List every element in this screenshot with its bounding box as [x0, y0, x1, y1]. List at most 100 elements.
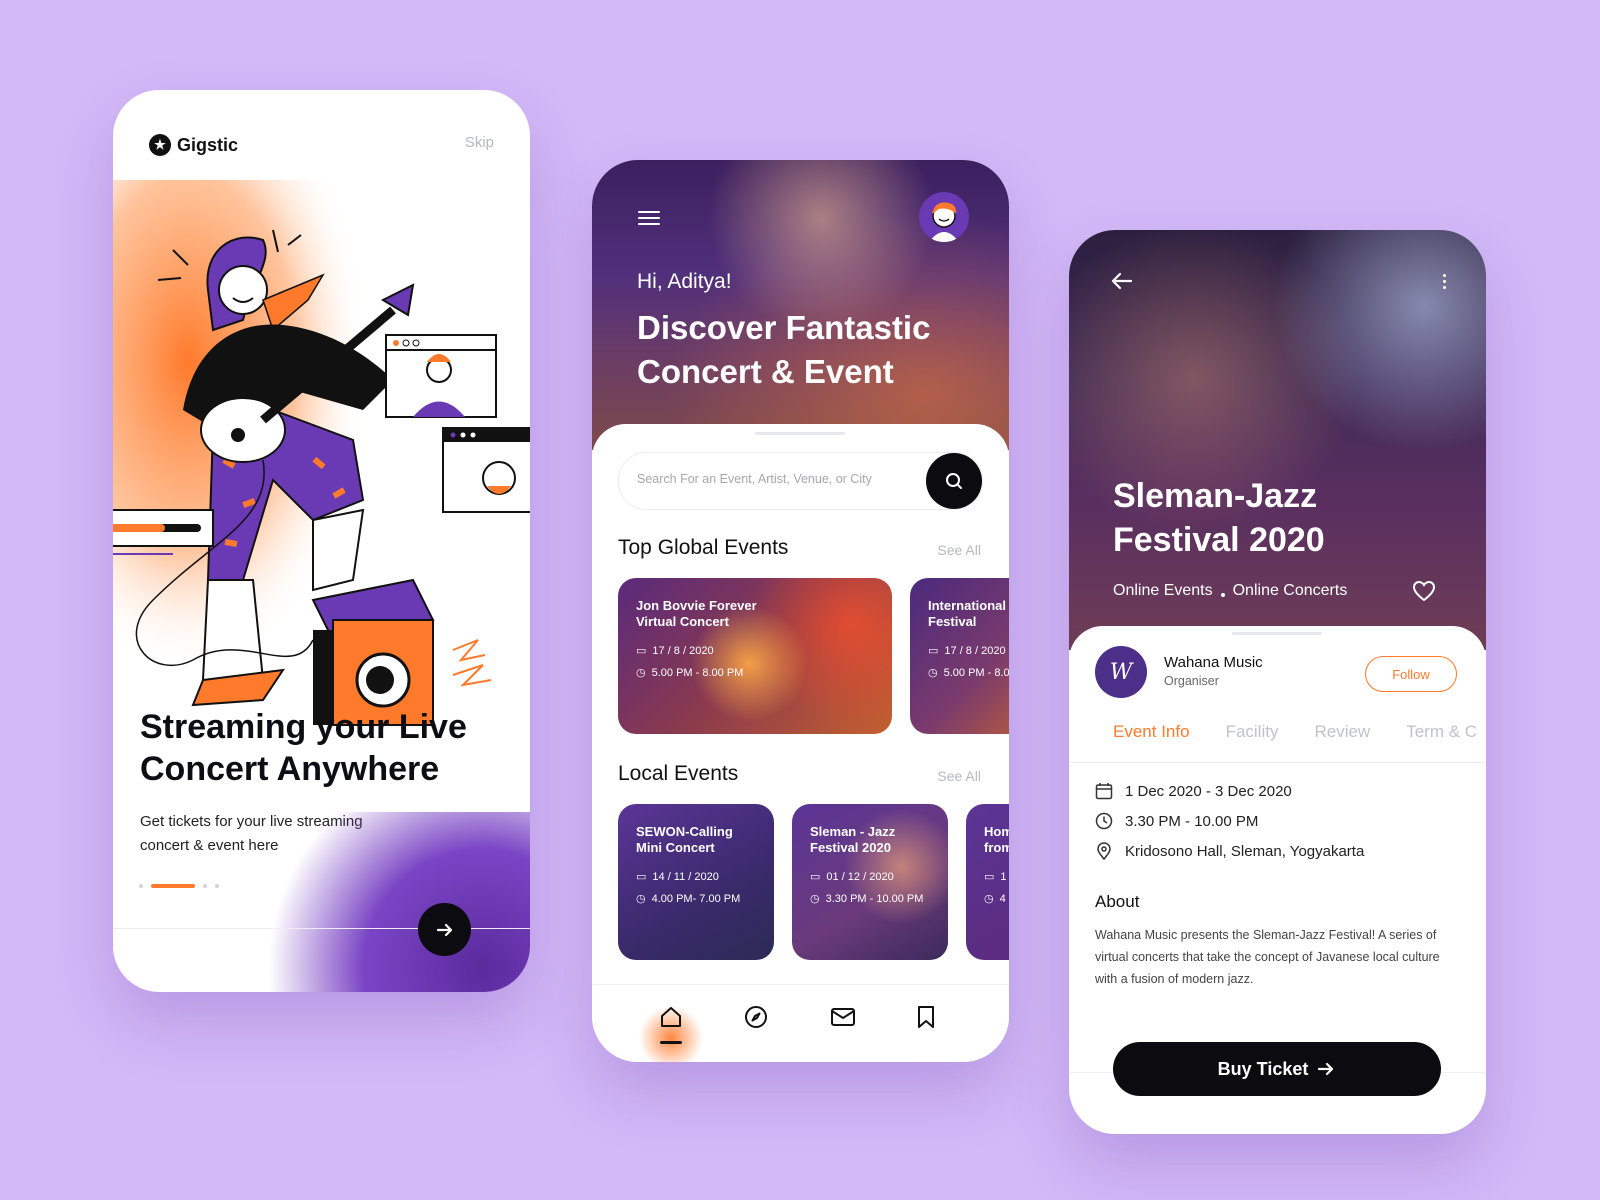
page-dot	[215, 884, 219, 888]
headline: Discover Fantastic Concert & Event	[637, 309, 931, 390]
nav-saved[interactable]	[912, 1003, 940, 1031]
search-input[interactable]: Search For an Event, Artist, Venue, or C…	[618, 452, 983, 510]
calendar-icon: ▭	[636, 871, 647, 883]
tab-facility[interactable]: Facility	[1226, 722, 1279, 742]
clock-icon	[1095, 812, 1113, 830]
event-time: ◷ 5.00 PM - 8.0	[928, 666, 1009, 680]
home-content: Search For an Event, Artist, Venue, or C…	[592, 424, 1009, 1062]
top-global-events-title: Top Global Events	[618, 536, 789, 559]
event-date-row: 1 Dec 2020 - 3 Dec 2020	[1095, 782, 1292, 800]
search-button[interactable]	[926, 453, 982, 509]
event-card[interactable]: SEWON-Calling Mini Concert ▭ 14 / 11 / 20…	[618, 804, 774, 960]
event-time-text: 5.00 PM - 8.0	[943, 666, 1009, 679]
event-card[interactable]: Hom from ▭ 1 ◷ 4	[966, 804, 1009, 960]
event-date-text: 17 / 8 / 2020	[944, 644, 1006, 657]
back-arrow-icon[interactable]	[1111, 272, 1133, 290]
buy-ticket-label: Buy Ticket	[1217, 1058, 1309, 1079]
next-button[interactable]	[418, 903, 471, 956]
purple-gradient-blob	[230, 812, 530, 992]
about-text: Wahana Music presents the Sleman-Jazz Fe…	[1095, 928, 1440, 986]
avatar[interactable]	[919, 192, 969, 242]
event-title: Jon Bovvie Forever Virtual Concert	[636, 598, 757, 629]
heart-icon[interactable]	[1412, 580, 1436, 602]
page-dot	[203, 884, 207, 888]
event-card[interactable]: Sleman - Jazz Festival 2020 ▭ 01 / 12 / 2…	[792, 804, 948, 960]
event-date-text: 01 / 12 / 2020	[826, 870, 894, 883]
tab-review[interactable]: Review	[1314, 722, 1370, 742]
arrow-right-icon	[1318, 1062, 1334, 1076]
arrow-right-icon	[436, 923, 452, 936]
tag-online-events: Online Events	[1113, 582, 1213, 599]
event-time-row: 3.30 PM - 10.00 PM	[1095, 812, 1258, 830]
clock-icon: ◷	[984, 893, 994, 905]
event-time: ◷ 5.00 PM - 8.00 PM	[636, 666, 744, 680]
event-time-text: 3.30 PM - 10.00 PM	[825, 892, 924, 905]
home-icon	[661, 1007, 681, 1027]
organiser-role: Organiser	[1164, 674, 1219, 688]
event-location-row: Kridosono Hall, Sleman, Yogyakarta	[1095, 842, 1364, 860]
see-all-global-link[interactable]: See All	[937, 542, 981, 558]
calendar-icon: ▭	[928, 645, 939, 657]
onboarding-screen: ★ Gigstic Skip Streaming your Live Conce…	[113, 90, 530, 992]
nav-explore[interactable]	[742, 1003, 770, 1031]
event-title: International Festival	[928, 598, 1007, 629]
search-placeholder: Search For an Event, Artist, Venue, or C…	[637, 472, 872, 486]
buy-ticket-button[interactable]: Buy Ticket	[1113, 1042, 1441, 1096]
event-card[interactable]: Jon Bovvie Forever Virtual Concert ▭ 17 /…	[618, 578, 892, 734]
event-tags: Online Events Online Concerts	[1113, 582, 1347, 600]
event-time-text: 4	[999, 892, 1006, 905]
event-title: Sleman - Jazz Festival 2020	[810, 824, 896, 855]
clock-icon: ◷	[928, 667, 938, 679]
event-title: SEWON-Calling Mini Concert	[636, 824, 733, 855]
event-date: ▭ 14 / 11 / 2020	[636, 870, 719, 884]
event-date: ▭ 01 / 12 / 2020	[810, 870, 894, 884]
clock-icon: ◷	[810, 893, 820, 905]
event-date-text: 1	[1000, 870, 1007, 883]
sheet-handle	[1232, 632, 1322, 635]
page-dot-active	[151, 884, 195, 888]
tabs-divider	[1069, 762, 1486, 763]
star-logo-icon: ★	[149, 134, 171, 156]
location-pin-icon	[1097, 842, 1111, 860]
hero-concert-banner: Hi, Aditya! Discover Fantastic Concert &…	[592, 160, 1009, 450]
event-time: ◷ 3.30 PM - 10.00 PM	[810, 892, 924, 906]
menu-icon[interactable]	[638, 210, 660, 226]
calendar-icon: ▭	[810, 871, 821, 883]
calendar-icon	[1095, 783, 1113, 800]
user-avatar-icon	[929, 202, 959, 242]
event-time: ◷ 4	[984, 892, 1006, 906]
brand-name: Gigstic	[177, 134, 239, 155]
see-all-local-link[interactable]: See All	[937, 768, 981, 784]
organiser-name: Wahana Music	[1164, 654, 1263, 671]
tab-event-info[interactable]: Event Info	[1113, 722, 1190, 742]
event-detail-content: W Wahana Music Organiser Follow Event In…	[1069, 626, 1486, 1134]
onboarding-title: Streaming your Live Concert Anywhere	[140, 708, 467, 788]
more-options-icon[interactable]	[1443, 274, 1446, 289]
bottom-nav	[592, 984, 1009, 1062]
mail-icon	[831, 1008, 855, 1026]
follow-button[interactable]: Follow	[1365, 656, 1457, 692]
compass-icon	[745, 1006, 767, 1028]
event-hero-image: Sleman-Jazz Festival 2020 Online Events …	[1069, 230, 1486, 650]
event-card[interactable]: International Festival ▭ 17 / 8 / 2020 ◷ 5…	[910, 578, 1009, 734]
event-time-text: 4.00 PM- 7.00 PM	[651, 892, 741, 905]
event-time-text: 5.00 PM - 8.00 PM	[651, 666, 744, 679]
calendar-icon: ▭	[636, 645, 647, 657]
detail-tabs: Event Info Facility Review Term & C	[1113, 722, 1477, 742]
nav-home[interactable]	[657, 1003, 685, 1031]
page-dot	[139, 884, 143, 888]
home-screen: Hi, Aditya! Discover Fantastic Concert &…	[592, 160, 1009, 1062]
nav-messages[interactable]	[829, 1003, 857, 1031]
active-indicator	[660, 1041, 682, 1044]
event-date-text: 1 Dec 2020 - 3 Dec 2020	[1125, 782, 1292, 800]
event-date: ▭ 17 / 8 / 2020	[636, 644, 714, 658]
search-icon	[946, 473, 962, 489]
page-indicator	[139, 884, 219, 888]
tab-terms[interactable]: Term & C	[1406, 722, 1477, 742]
skip-button[interactable]: Skip	[465, 134, 494, 151]
bookmark-icon	[918, 1006, 934, 1028]
tag-online-concerts: Online Concerts	[1232, 582, 1348, 599]
event-date: ▭ 17 / 8 / 2020	[928, 644, 1006, 658]
event-title: Sleman-Jazz Festival 2020	[1113, 477, 1325, 559]
event-date-text: 14 / 11 / 2020	[652, 870, 719, 883]
